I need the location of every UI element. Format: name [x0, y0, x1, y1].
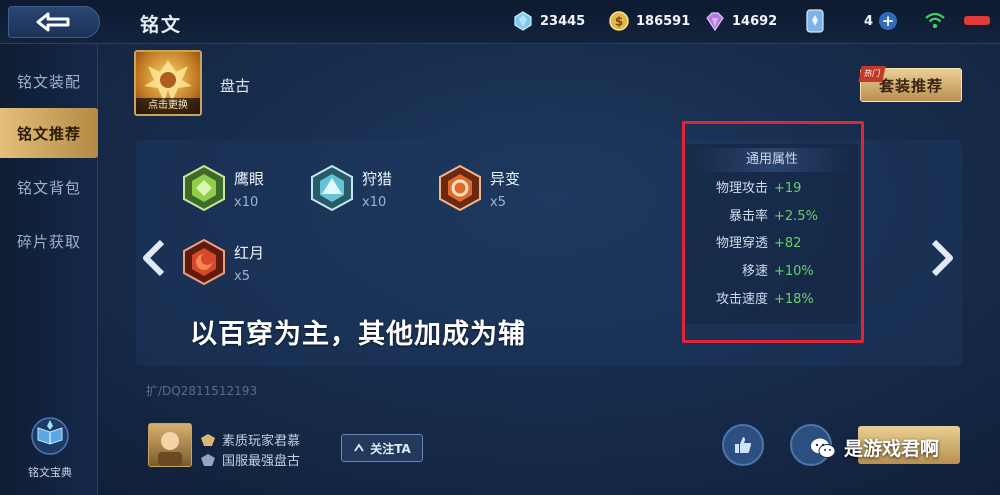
diamond-icon [514, 11, 532, 31]
author-title-line: 国服最强盘古 [200, 450, 300, 469]
crystal-value: 14692 [732, 13, 778, 29]
inscription-count: x10 [362, 195, 387, 210]
inscription-name: 异变 [490, 170, 521, 188]
diamond-value: 23445 [540, 13, 586, 29]
author-name: 素质玩家君慕 [222, 434, 301, 449]
gold-value: 186591 [636, 13, 691, 29]
prev-arrow-icon[interactable] [138, 238, 168, 278]
sidebar-item-inscription-setup[interactable]: 铭文装配 [0, 56, 98, 106]
inscription-item[interactable]: 异变 x5 [436, 164, 520, 212]
stats-highlight-frame [682, 121, 864, 343]
red-moon-inscription-icon [183, 238, 225, 286]
wifi-icon [925, 12, 945, 29]
thumbs-up-icon [735, 437, 752, 453]
inscription-item[interactable]: 红月 x5 [180, 238, 264, 286]
mutation-inscription-icon [439, 164, 481, 212]
wechat-icon [811, 438, 836, 458]
codex-button[interactable]: 铭文宝典 [22, 414, 78, 480]
gold-coin-icon: $ [609, 11, 629, 31]
sidebar-item-label: 铭文背包 [16, 178, 81, 197]
inscription-name: 鹰眼 [234, 170, 265, 188]
add-card-button[interactable]: + [879, 12, 898, 30]
inscription-count: x10 [234, 195, 259, 210]
title-badge-icon [201, 453, 215, 466]
crystal-icon [706, 12, 724, 32]
svg-text:$: $ [615, 15, 623, 29]
card-value: 4 [864, 13, 874, 29]
codex-label: 铭文宝典 [28, 466, 72, 479]
inscription-item[interactable]: 狩猎 x10 [308, 164, 392, 212]
app-root: 铭文 23445 $ 186591 14692 4 + 铭文装配 铭文推荐 铭文… [0, 0, 1000, 495]
inscription-name: 狩猎 [362, 170, 393, 188]
rank-badge-icon [201, 433, 215, 446]
like-button[interactable] [722, 424, 764, 466]
suit-recommend-label: 套装推荐 [878, 76, 943, 95]
hunting-inscription-icon [311, 164, 353, 212]
hawk-eye-inscription-icon [183, 164, 225, 212]
battery-icon [964, 16, 990, 25]
hero-portrait[interactable]: 点击更换 [134, 50, 202, 116]
sidebar-item-inscription-bag[interactable]: 铭文背包 [0, 162, 98, 212]
inscription-name: 红月 [234, 244, 265, 262]
back-button[interactable] [8, 6, 100, 38]
sidebar: 铭文装配 铭文推荐 铭文背包 碎片获取 铭文宝典 [0, 44, 98, 495]
codex-book-icon [31, 417, 69, 455]
next-arrow-icon[interactable] [928, 238, 958, 278]
card-icon [806, 9, 824, 33]
diamond-balance: 23445 [512, 9, 585, 33]
hot-badge: 热门 [858, 66, 886, 82]
inscription-item[interactable]: 鹰眼 x10 [180, 164, 264, 212]
change-hero-label: 点击更换 [136, 98, 200, 114]
follow-label: 关注TA [370, 441, 411, 456]
watermark-text: 是游戏君啊 [844, 438, 940, 460]
overlay-caption: 以百穿为主，其他加成为辅 [190, 319, 526, 350]
author-avatar[interactable] [148, 423, 192, 467]
back-arrow-icon [36, 12, 70, 32]
sidebar-item-label: 碎片获取 [16, 232, 81, 251]
sidebar-item-label: 铭文装配 [16, 72, 81, 91]
inscription-count: x5 [234, 269, 250, 284]
author-name-line: 素质玩家君慕 [200, 430, 300, 449]
follow-button[interactable]: 关注TA [341, 434, 423, 462]
follow-icon [354, 443, 364, 452]
inscription-count: x5 [490, 195, 506, 210]
author-avatar-icon [158, 432, 182, 466]
crystal-balance: 14692 [704, 9, 777, 33]
card-balance: 4 + [864, 9, 898, 33]
sidebar-item-label: 铭文推荐 [16, 124, 81, 143]
author-title: 国服最强盘古 [222, 454, 301, 469]
sidebar-item-fragment-obtain[interactable]: 碎片获取 [0, 216, 98, 266]
hero-name: 盘古 [220, 77, 251, 95]
watermark: 是游戏君啊 [810, 434, 939, 461]
page-title: 铭文 [140, 14, 183, 36]
sidebar-item-inscription-recommend[interactable]: 铭文推荐 [0, 108, 98, 158]
share-code[interactable]: 扩/DQ2811512193 [146, 382, 257, 399]
top-bar: 铭文 23445 $ 186591 14692 4 + [0, 0, 1000, 44]
gold-balance: $ 186591 [608, 9, 690, 33]
